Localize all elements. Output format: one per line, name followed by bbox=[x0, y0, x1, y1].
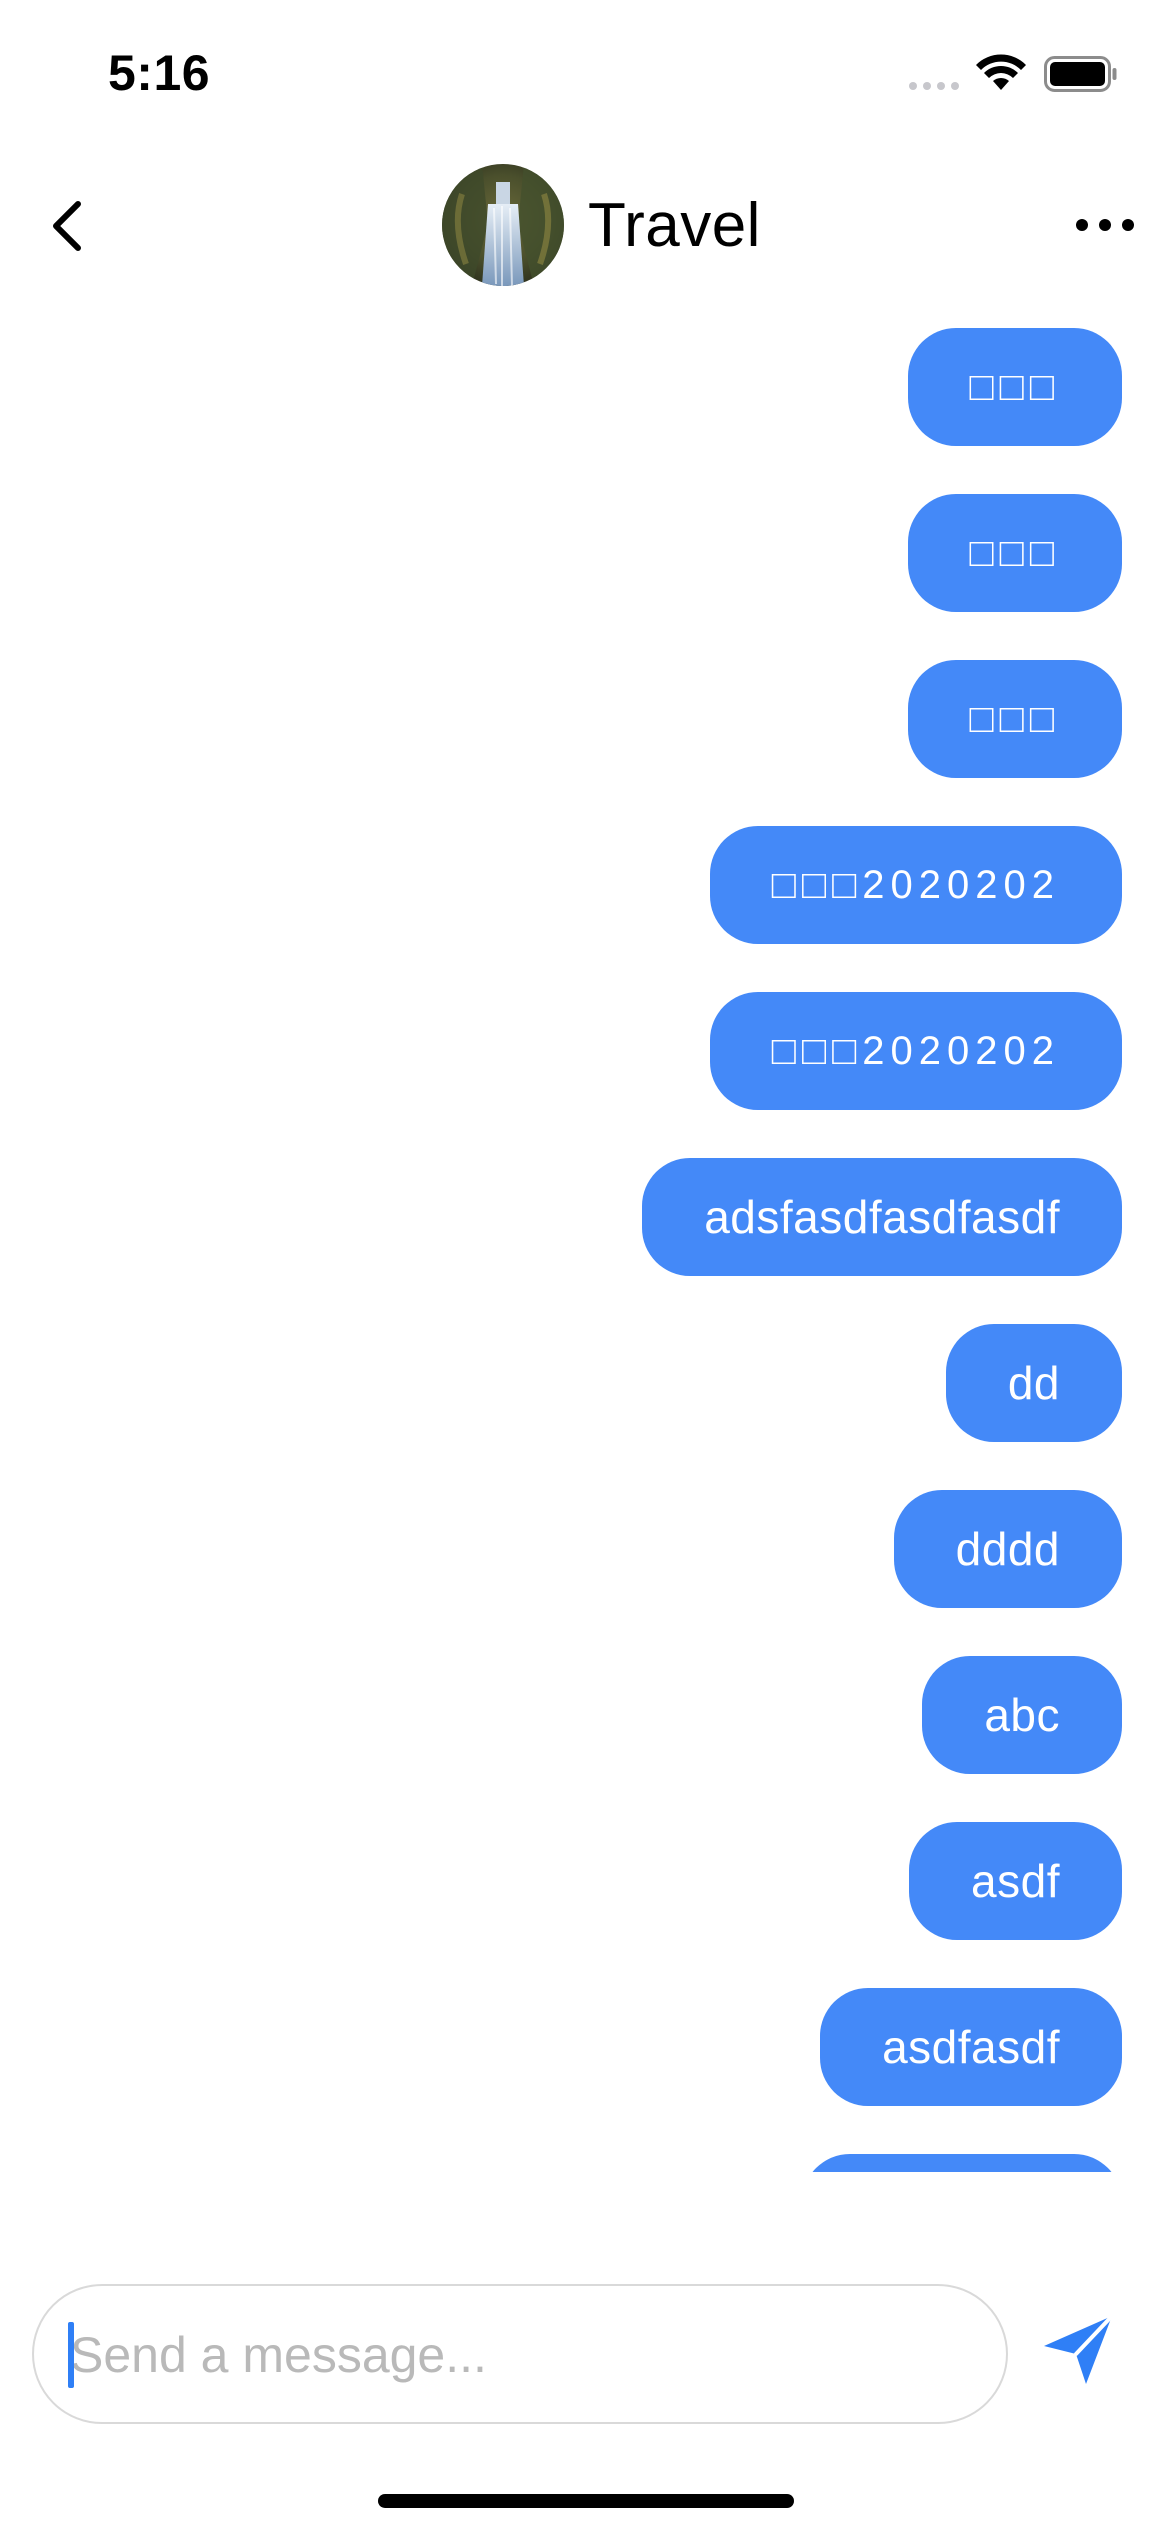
message-bubble[interactable]: □□□2020202 bbox=[709, 992, 1122, 1110]
message-bubble[interactable]: □□□ bbox=[907, 328, 1122, 446]
more-options-button[interactable] bbox=[1074, 212, 1136, 238]
message-bubble[interactable]: adsfasdfasdfasdf bbox=[642, 1158, 1122, 1276]
back-button[interactable] bbox=[44, 196, 92, 256]
message-bubble[interactable]: □□□ bbox=[907, 660, 1122, 778]
message-bubble-partial[interactable] bbox=[802, 2154, 1122, 2172]
text-caret bbox=[68, 2322, 74, 2388]
chat-header: Travel bbox=[0, 150, 1170, 310]
waterfall-avatar-image bbox=[442, 164, 564, 286]
message-bubble[interactable]: □□□2020202 bbox=[709, 826, 1122, 944]
home-indicator bbox=[378, 2494, 794, 2508]
status-bar: 5:16 bbox=[0, 0, 1170, 150]
message-input[interactable] bbox=[68, 2306, 972, 2404]
message-bubble[interactable]: dddd bbox=[893, 1490, 1122, 1608]
message-composer bbox=[32, 2284, 1008, 2424]
battery-icon bbox=[1044, 56, 1117, 92]
chat-avatar[interactable] bbox=[442, 164, 564, 286]
send-button[interactable] bbox=[1040, 2312, 1116, 2388]
message-bubble[interactable]: abc bbox=[922, 1656, 1122, 1774]
message-bubble[interactable]: dd bbox=[945, 1324, 1122, 1442]
chat-title[interactable]: Travel bbox=[588, 190, 761, 261]
message-list[interactable]: □□□ □□□ □□□ □□□2020202 □□□2020202 adsfas… bbox=[0, 328, 1170, 2172]
cellular-signal-icon bbox=[909, 82, 959, 90]
wifi-icon bbox=[976, 54, 1026, 90]
status-time: 5:16 bbox=[108, 45, 211, 101]
message-bubble[interactable]: asdfasdf bbox=[820, 1988, 1122, 2106]
message-bubble[interactable]: □□□ bbox=[907, 494, 1122, 612]
message-bubble[interactable]: asdf bbox=[909, 1822, 1122, 1940]
